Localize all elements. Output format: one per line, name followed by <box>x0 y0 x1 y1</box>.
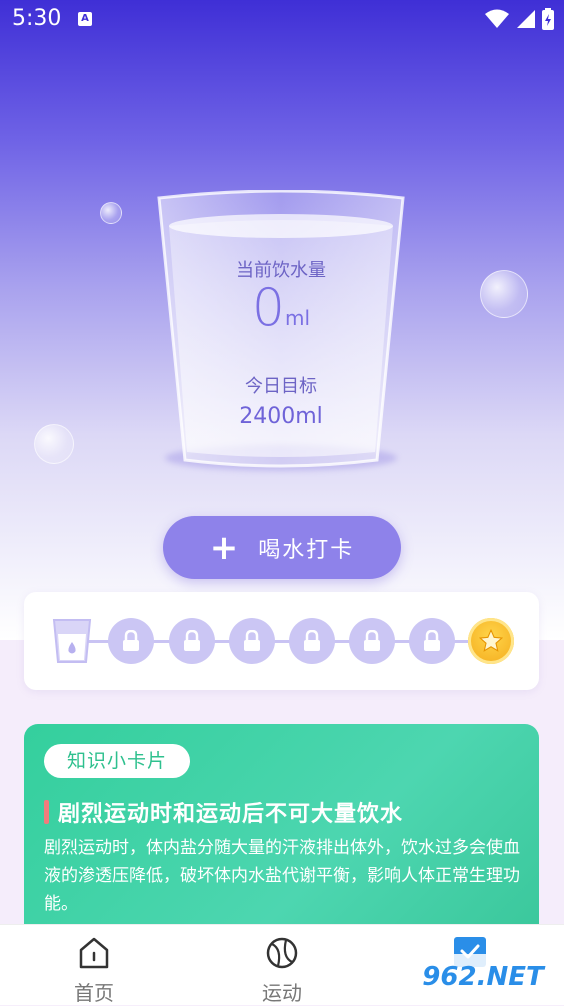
decor-bubble <box>480 270 528 318</box>
plus-icon: + <box>209 527 239 568</box>
locked-step <box>169 618 215 664</box>
checkin-button-label: 喝水打卡 <box>258 537 355 563</box>
reward-step <box>468 618 514 664</box>
drink-checkin-button[interactable]: + 喝水打卡 <box>163 516 401 579</box>
lock-icon <box>304 630 320 651</box>
knowledge-title: 剧烈运动时和运动后不可大量饮水 <box>58 802 404 827</box>
knowledge-tag: 知识小卡片 <box>44 744 190 778</box>
star-icon <box>478 628 504 652</box>
signal-icon <box>517 10 535 28</box>
battery-icon <box>542 8 554 30</box>
knowledge-card[interactable]: 知识小卡片 剧烈运动时和运动后不可大量饮水 剧烈运动时，体内盐分随大量的汗液排出… <box>24 724 539 944</box>
lock-icon <box>424 630 440 651</box>
cup-step-icon <box>52 619 92 663</box>
tab-home-label: 首页 <box>74 981 114 1005</box>
locked-step <box>108 618 154 664</box>
locked-step <box>409 618 455 664</box>
lock-icon <box>184 630 200 651</box>
checkin-progress-card <box>24 592 539 690</box>
lock-icon <box>244 630 260 651</box>
status-icons <box>484 8 554 30</box>
decor-bubble <box>100 202 122 224</box>
status-time: 5:30 <box>12 6 62 31</box>
decor-bubble <box>34 424 74 464</box>
home-icon <box>79 937 109 969</box>
current-intake-unit: ml <box>285 306 311 330</box>
locked-step <box>229 618 275 664</box>
lock-icon <box>364 630 380 651</box>
lock-icon <box>123 630 139 651</box>
locked-step <box>349 618 395 664</box>
sport-ball-icon <box>266 937 298 969</box>
current-intake-number: 0 <box>251 278 286 338</box>
tab-sport-label: 运动 <box>262 981 302 1005</box>
locked-step <box>289 618 335 664</box>
notification-icon: A <box>78 12 92 26</box>
daily-goal-value: 2400ml <box>239 404 323 429</box>
tab-sport[interactable]: 运动 <box>188 925 376 1005</box>
tab-home[interactable]: 首页 <box>0 925 188 1005</box>
knowledge-body: 剧烈运动时，体内盐分随大量的汗液排出体外，饮水过多会使血液的渗透压降低，破坏体内… <box>44 838 520 914</box>
watermark-logo: 962.NET <box>408 954 558 1000</box>
title-accent-bar <box>44 800 49 824</box>
daily-goal-label: 今日目标 <box>245 376 317 397</box>
current-intake-value: 0ml <box>155 278 407 338</box>
water-glass: 当前饮水量 0ml 今日目标 2400ml <box>155 190 407 480</box>
wifi-icon <box>485 9 509 28</box>
status-bar: 5:30 A <box>0 0 564 40</box>
